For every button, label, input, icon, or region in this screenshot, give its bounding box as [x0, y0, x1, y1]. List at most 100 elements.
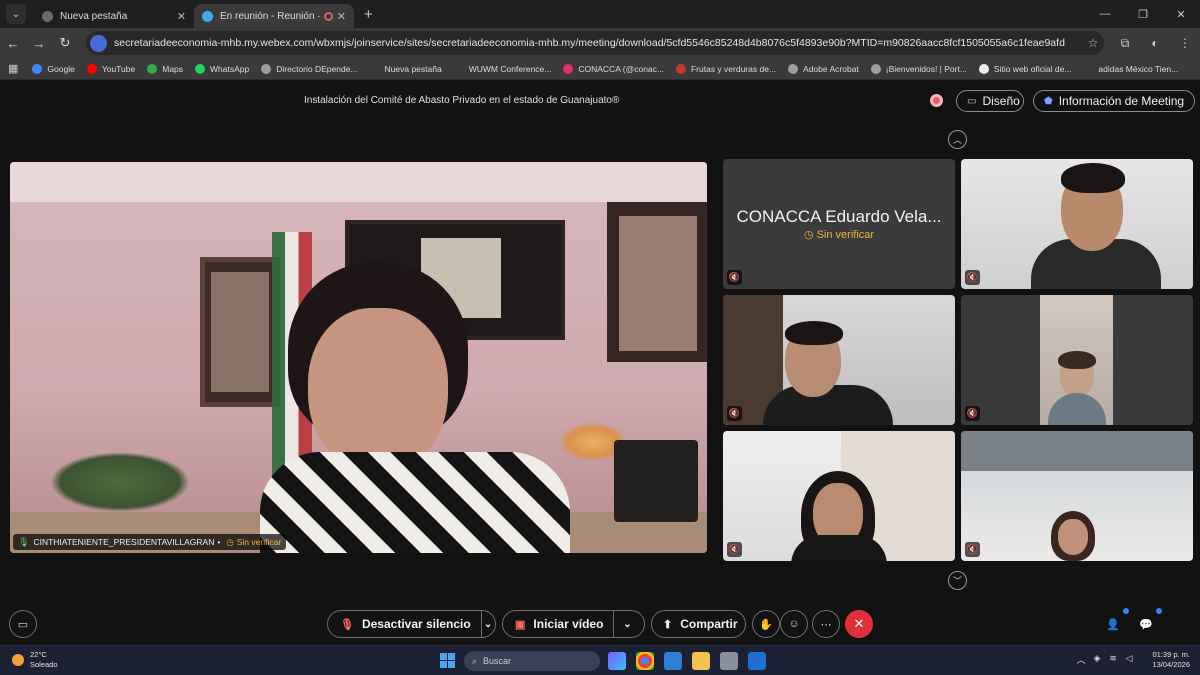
smile-icon: ☺: [788, 618, 800, 630]
tab-webex-meeting[interactable]: En reunión - Reunión · Webex ✕: [194, 4, 354, 28]
leave-meeting-button[interactable]: ✕: [845, 610, 873, 638]
chevron-up-icon[interactable]: ︿: [1073, 653, 1089, 666]
meeting-controls: ▭ 🎙 Desactivar silencio ⌄ ▣ Iniciar víde…: [0, 607, 1200, 645]
calendar-icon[interactable]: [664, 652, 682, 670]
time-text: 01:39 p. m.: [1152, 650, 1190, 659]
participant-tile[interactable]: CONACCA Eduardo Vela... ◷ Sin verificar …: [723, 159, 955, 289]
bookmark-frutas[interactable]: Frutas y verduras de...: [675, 63, 776, 74]
participants-button[interactable]: 👤: [1099, 608, 1129, 638]
extensions-icon[interactable]: ⧉: [1110, 36, 1140, 51]
back-icon[interactable]: ←: [0, 36, 26, 51]
network-icon[interactable]: ◈: [1089, 653, 1105, 666]
participant-tile[interactable]: 🔇: [961, 159, 1193, 289]
bookmark-label: WUWM Conference...: [468, 63, 552, 74]
windows-start-icon[interactable]: [440, 653, 455, 668]
bookmark-wuwm[interactable]: WUWM Conference...: [453, 63, 552, 74]
more-options-button[interactable]: ⋯: [812, 610, 840, 638]
tab-label: En reunión - Reunión · Webex: [220, 10, 320, 22]
tab-new-tab[interactable]: Nueva pestaña ✕: [34, 4, 194, 28]
building-icon: [870, 63, 881, 74]
site-info-icon[interactable]: [90, 34, 107, 52]
bookmark-youtube[interactable]: YouTube: [86, 63, 135, 74]
participant-tile[interactable]: 🔇: [961, 431, 1193, 561]
bookmark-bienvenidos[interactable]: ¡Bienvenidos! | Port...: [870, 63, 967, 74]
captions-button[interactable]: ▭: [9, 610, 37, 638]
chrome-icon[interactable]: [636, 652, 654, 670]
address-bar[interactable]: secretariadeeconomia-mhb.my.webex.com/wb…: [86, 31, 1104, 55]
taskbar-search[interactable]: ⌕ Buscar: [464, 651, 600, 671]
scroll-up-button[interactable]: ︿: [948, 130, 967, 149]
bookmark-label: Directorio DEpende...: [276, 63, 358, 74]
file-explorer-icon[interactable]: [692, 652, 710, 670]
globe-icon: [261, 63, 272, 74]
muted-icon: 🔇: [965, 270, 980, 285]
participant-face: [1058, 519, 1088, 555]
bookmark-directorio[interactable]: Directorio DEpende...: [261, 63, 358, 74]
scroll-down-button[interactable]: ﹀: [948, 571, 967, 590]
clock[interactable]: 01:39 p. m. 13/04/2026: [1150, 650, 1190, 670]
more-icon: ⋯: [820, 618, 832, 631]
bookmark-whatsapp[interactable]: WhatsApp: [195, 63, 250, 74]
fruit-icon: [675, 63, 686, 74]
meeting-info-button[interactable]: ⬟ Información de Meeting: [1033, 90, 1195, 112]
participant-tile[interactable]: 🔇: [723, 295, 955, 425]
bookmark-label: WhatsApp: [210, 63, 250, 74]
app-icon[interactable]: [720, 652, 738, 670]
bookmark-adobe[interactable]: Adobe Acrobat: [788, 63, 859, 74]
close-window-icon[interactable]: ✕: [1162, 8, 1200, 21]
speaker-name-tag: 🎙 CINTHIATENIENTE_PRESIDENTAVILLAGRAN • …: [13, 534, 287, 550]
bookmark-star-icon[interactable]: ☆: [1082, 36, 1104, 50]
video-ceiling: [10, 162, 707, 202]
tab-strip: ⌄ Nueva pestaña ✕ En reunión - Reunión ·…: [0, 0, 1200, 28]
outlook-icon[interactable]: [748, 652, 766, 670]
circle-icon: [978, 63, 989, 74]
bookmark-google[interactable]: Google: [32, 63, 75, 74]
copilot-icon[interactable]: [608, 652, 626, 670]
bookmark-nueva-pestana[interactable]: Nueva pestaña: [369, 63, 442, 74]
raise-hand-button[interactable]: ✋: [752, 610, 780, 638]
reactions-button[interactable]: ☺: [780, 610, 808, 638]
bookmark-label: Nueva pestaña: [384, 63, 442, 74]
profile-icon[interactable]: ◐: [1140, 36, 1170, 51]
active-speaker-video[interactable]: 🎙 CINTHIATENIENTE_PRESIDENTAVILLAGRAN • …: [10, 162, 707, 553]
reload-icon[interactable]: ↻: [52, 35, 78, 51]
participant-status: ◷ Sin verificar: [723, 228, 955, 241]
muted-microphone-icon: 🎙: [340, 618, 354, 631]
url-text[interactable]: secretariadeeconomia-mhb.my.webex.com/wb…: [114, 37, 1082, 49]
bookmark-sitio-web[interactable]: Sitio web oficial de...: [978, 63, 1071, 74]
layout-button[interactable]: ▭ Diseño: [956, 90, 1024, 112]
tab-search-button[interactable]: ⌄: [6, 4, 26, 24]
close-icon[interactable]: ✕: [337, 10, 346, 23]
start-video-button[interactable]: ▣ Iniciar vídeo ⌄: [502, 610, 645, 638]
bookmark-adidas[interactable]: adidas México Tien...: [1083, 63, 1178, 74]
weather-widget[interactable]: 22°C Soleado: [12, 650, 58, 670]
new-tab-button[interactable]: +: [364, 6, 373, 23]
restore-icon[interactable]: ❐: [1124, 8, 1162, 21]
search-placeholder: Buscar: [483, 656, 512, 666]
microphone-icon: 🎙: [18, 536, 30, 547]
whatsapp-icon: [195, 63, 206, 74]
close-icon[interactable]: ✕: [177, 10, 186, 23]
bookmark-label: Google: [47, 63, 75, 74]
minimize-icon[interactable]: —: [1086, 8, 1124, 20]
wifi-icon[interactable]: ≋: [1105, 653, 1121, 666]
close-icon: ✕: [853, 616, 865, 631]
menu-icon[interactable]: ⋮: [1170, 36, 1200, 51]
share-button[interactable]: ⬆ Compartir: [651, 610, 746, 638]
chat-button[interactable]: 💬: [1132, 608, 1162, 638]
chevron-down-icon[interactable]: ⌄: [481, 619, 495, 630]
unverified-icon: ◷: [803, 229, 817, 241]
bookmark-label: ¡Bienvenidos! | Port...: [885, 63, 967, 74]
apps-grid-icon[interactable]: ▦: [8, 62, 18, 75]
chevron-down-icon[interactable]: ⌄: [614, 619, 640, 630]
volume-icon[interactable]: ◁: [1121, 653, 1137, 666]
participant-tile[interactable]: 🔇: [723, 431, 955, 561]
participant-tile[interactable]: 🔇: [961, 295, 1193, 425]
recording-indicator-icon[interactable]: [930, 94, 943, 107]
bookmark-conacca[interactable]: CONACCA (@conac...: [563, 63, 664, 74]
unmute-button[interactable]: 🎙 Desactivar silencio ⌄: [327, 610, 496, 638]
plaque-image: [614, 440, 698, 522]
forward-icon[interactable]: →: [26, 36, 52, 51]
bookmark-maps[interactable]: Maps: [147, 63, 183, 74]
notification-badge: [1123, 608, 1129, 614]
